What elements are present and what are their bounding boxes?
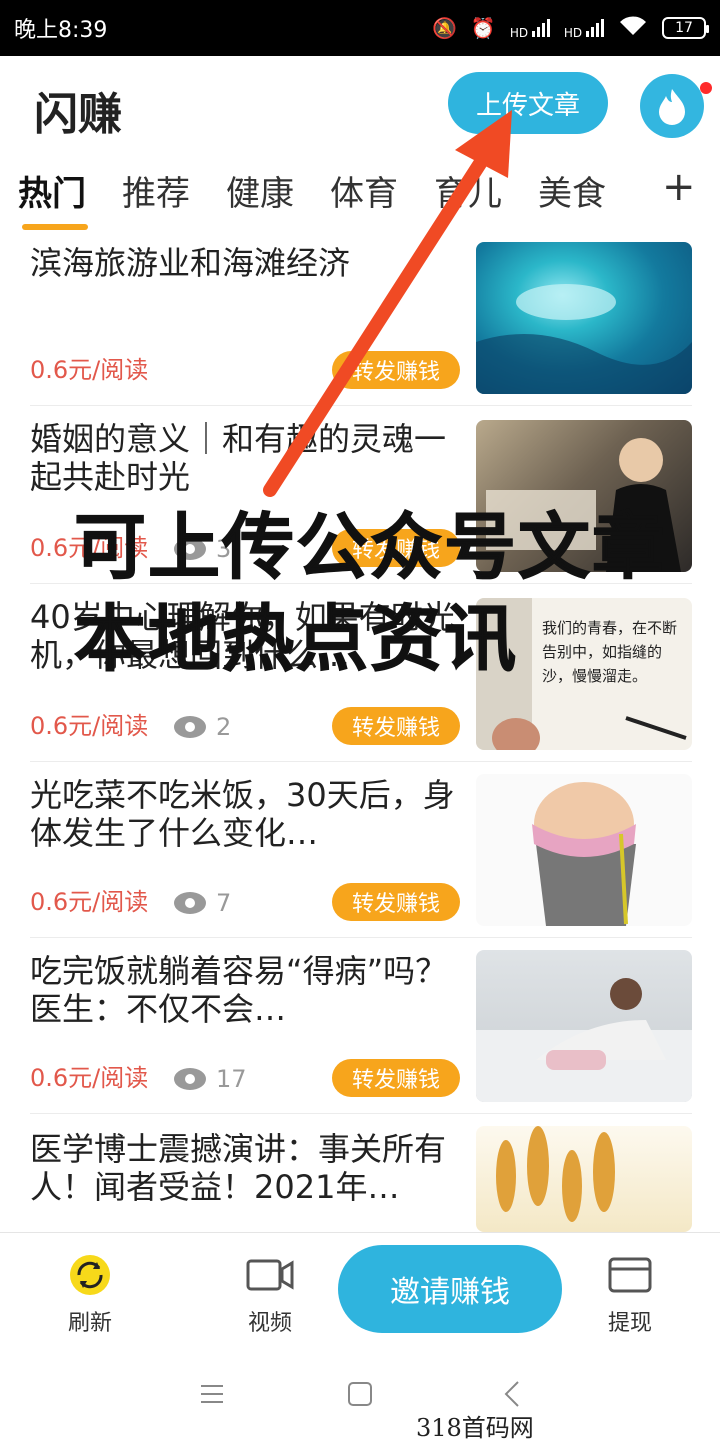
site-watermark: 318首码网 www.E318.com bbox=[416, 1414, 534, 1440]
overlay-caption-line2: 本地热点资讯 bbox=[73, 597, 519, 682]
annotation-arrow-icon bbox=[263, 110, 512, 497]
overlay-caption-line1: 可上传公众号文章 bbox=[73, 505, 667, 590]
